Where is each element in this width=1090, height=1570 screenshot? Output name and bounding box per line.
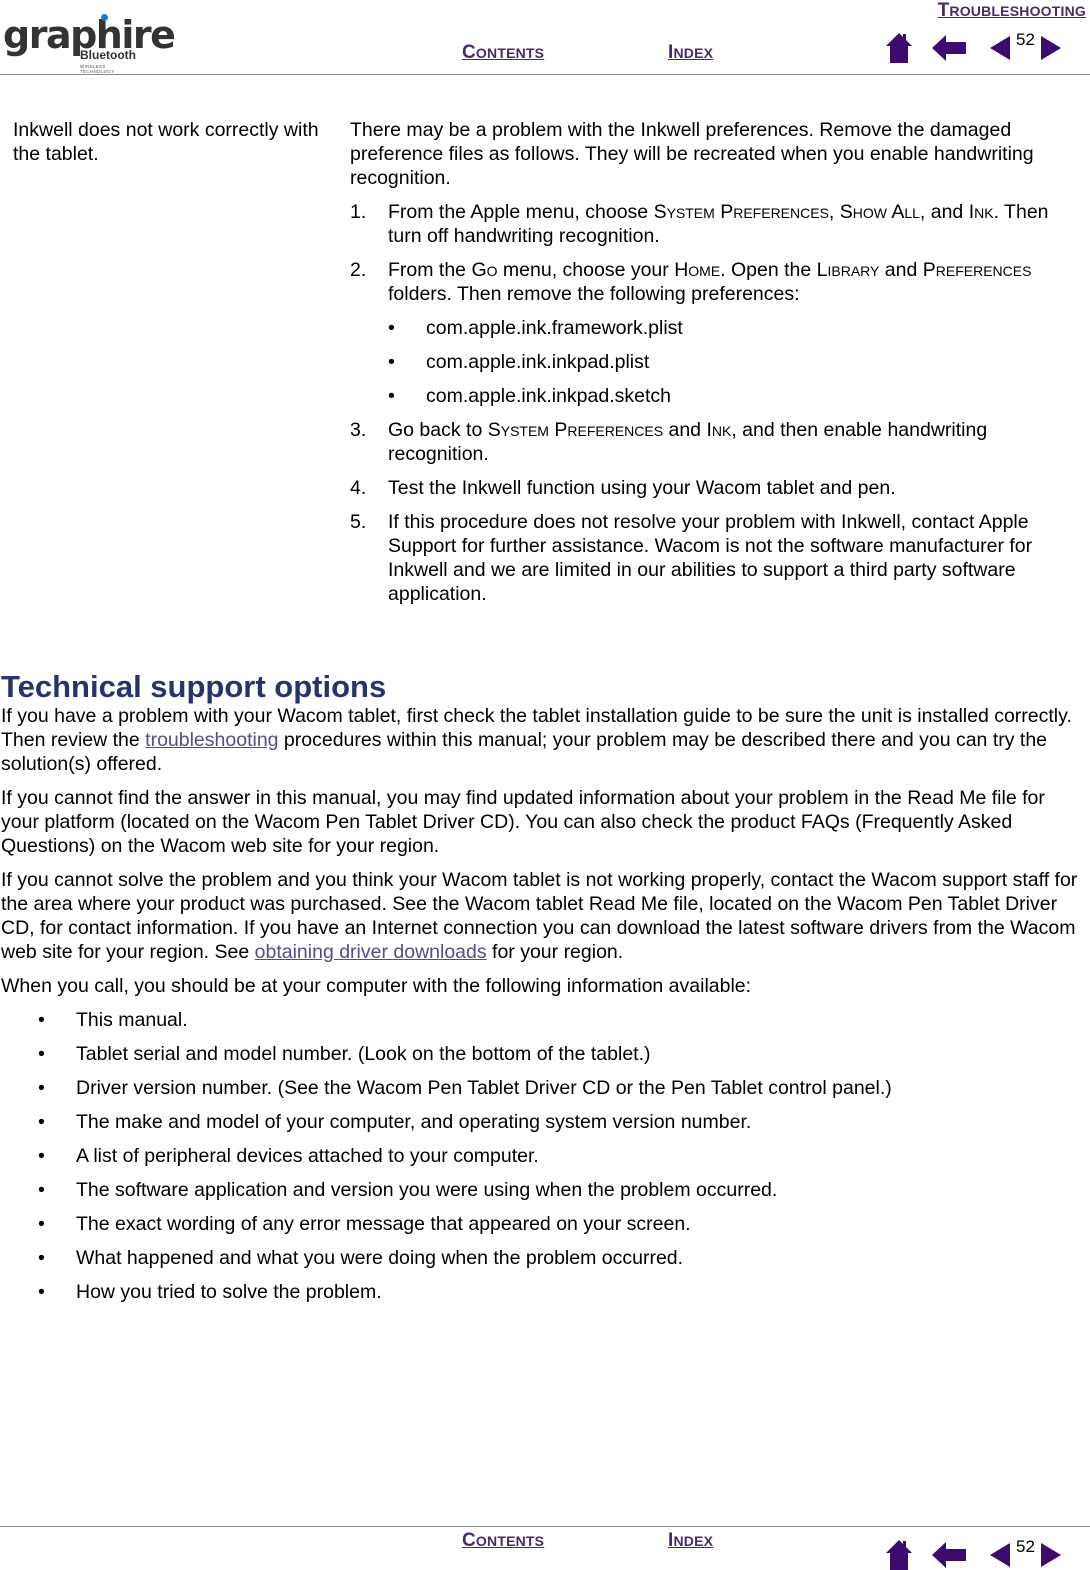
checklist-item: • The software application and version yo…	[38, 1179, 778, 1201]
paragraph-2: If you cannot find the answer in this ma…	[1, 787, 1045, 857]
paragraph-1: If you have a problem with your Wacom ta…	[1, 705, 1072, 775]
technical-support-section: Technical support options If you have a …	[1, 670, 1087, 1304]
obtaining-driver-downloads-link[interactable]: obtaining driver downloads	[255, 941, 487, 963]
home-icon[interactable]	[886, 1540, 912, 1570]
paragraph-4: When you call, you should be at your com…	[1, 975, 752, 997]
preference-file: • com.apple.ink.inkpad.sketch	[388, 385, 671, 407]
logo-tagline: WIRELESS TECHNOLOGY	[80, 64, 115, 74]
brand-logo: graphire Bluetooth WIRELESS TECHNOLOGY	[3, 14, 176, 74]
checklist-item: • Driver version number. (See the Wacom P…	[38, 1077, 892, 1099]
solution-cell: There may be a problem with the Inkwell …	[350, 118, 1080, 606]
previous-page-icon[interactable]	[990, 1543, 1010, 1567]
previous-page-icon[interactable]	[990, 36, 1010, 60]
troubleshooting-link[interactable]: TROUBLESHOOTING	[938, 0, 1086, 22]
footer-index-link[interactable]: INDEX	[668, 1530, 713, 1552]
footer-page-number: 52	[1016, 1537, 1035, 1556]
troubleshooting-inline-link[interactable]: troubleshooting	[145, 729, 278, 751]
home-icon[interactable]	[886, 33, 912, 63]
contents-link[interactable]: CONTENTS	[462, 42, 544, 64]
page-navigation: 52	[886, 30, 1061, 63]
preference-file: • com.apple.ink.framework.plist	[388, 317, 683, 339]
next-page-icon[interactable]	[1040, 36, 1061, 60]
paragraph-3: If you cannot solve the problem and you …	[1, 869, 1078, 963]
back-arrow-icon[interactable]	[932, 1542, 966, 1568]
step-2: 2. From the Go menu, choose your Home. O…	[350, 259, 1032, 305]
next-page-icon[interactable]	[1040, 1543, 1061, 1567]
preference-file: • com.apple.ink.inkpad.plist	[388, 351, 650, 373]
logo-dot	[101, 14, 108, 21]
footer-divider	[0, 1526, 1090, 1527]
section-title: Technical support options	[1, 669, 387, 704]
checklist-item: • This manual.	[38, 1009, 188, 1031]
logo-bluetooth: Bluetooth	[80, 48, 136, 62]
step-3: 3. Go back to System Preferences and Ink…	[350, 419, 988, 465]
step-4: 4. Test the Inkwell function using your …	[350, 477, 896, 499]
checklist-item: • The make and model of your computer, an…	[38, 1111, 752, 1133]
footer-page-navigation: 52	[886, 1537, 1061, 1570]
step-5: 5. If this procedure does not resolve yo…	[350, 511, 1033, 605]
footer-contents-link[interactable]: CONTENTS	[462, 1530, 544, 1552]
checklist-item: • What happened and what you were doing w…	[38, 1247, 684, 1269]
header-divider	[0, 74, 1090, 75]
page-number: 52	[1016, 30, 1035, 49]
preference-file-list: • com.apple.ink.framework.plist • com.appl…	[350, 316, 1080, 408]
info-checklist: • This manual. • Tablet serial and model n…	[1, 1008, 1087, 1304]
checklist-item: • Tablet serial and model number. (Look o…	[38, 1043, 651, 1065]
back-arrow-icon[interactable]	[932, 35, 966, 61]
checklist-item: • The exact wording of any error message …	[38, 1213, 691, 1235]
step-1: 1. From the Apple menu, choose System Pr…	[350, 201, 1049, 247]
index-link[interactable]: INDEX	[668, 42, 713, 64]
checklist-item: • A list of peripheral devices attached t…	[38, 1145, 539, 1167]
checklist-item: • How you tried to solve the problem.	[38, 1281, 382, 1303]
problem-cell: Inkwell does not work correctly with the…	[13, 119, 319, 165]
solution-intro: There may be a problem with the Inkwell …	[350, 119, 1034, 189]
